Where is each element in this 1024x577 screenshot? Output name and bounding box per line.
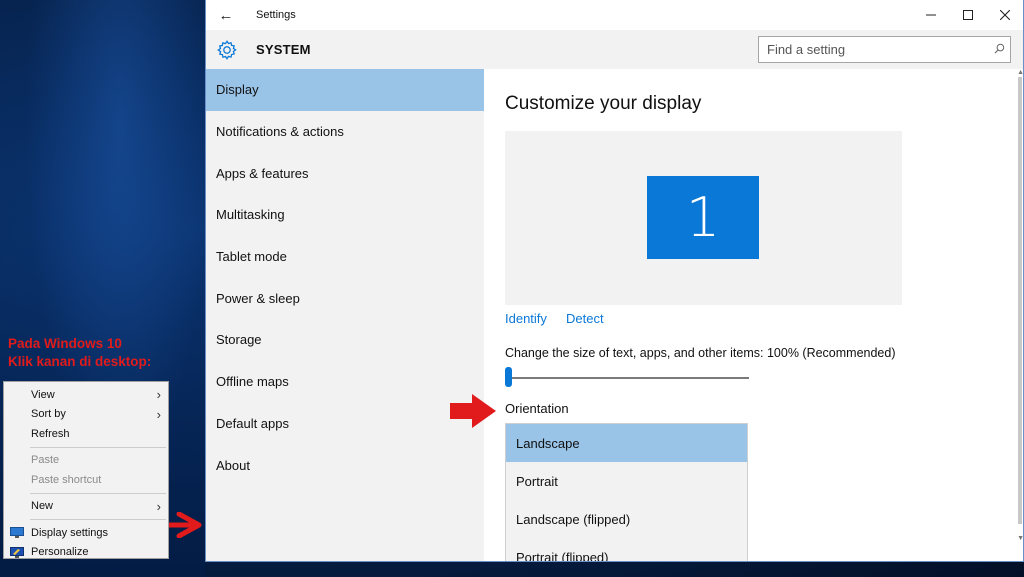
sidebar-item-notifications[interactable]: Notifications & actions (206, 111, 484, 153)
sidebar-item-multitasking[interactable]: Multitasking (206, 194, 484, 236)
context-menu-new[interactable]: New › (4, 497, 168, 517)
context-menu-display-settings[interactable]: Display settings (4, 523, 168, 543)
close-icon (999, 10, 1010, 20)
annotation-text: Pada Windows 10 Klik kanan di desktop: (8, 335, 151, 371)
gear-icon (217, 39, 237, 60)
desktop-context-menu: View › Sort by › Refresh Paste Paste sho… (3, 381, 169, 559)
sidebar-item-label: About (216, 457, 250, 473)
section-title: SYSTEM (256, 42, 311, 57)
sidebar-item-tablet-mode[interactable]: Tablet mode (206, 236, 484, 278)
annotation-line-1: Pada Windows 10 (8, 336, 122, 351)
sidebar-item-power-sleep[interactable]: Power & sleep (206, 277, 484, 319)
chevron-right-icon: › (156, 498, 161, 514)
settings-window: ← Settings SYSTEM Find a setting Display… (205, 0, 1024, 562)
menu-item-label: Paste shortcut (31, 473, 102, 486)
orientation-option-portrait-flipped[interactable]: Portrait (flipped) (506, 538, 747, 562)
search-icon[interactable] (988, 43, 1010, 57)
window-controls (912, 0, 1023, 30)
scrollbar[interactable] (1018, 77, 1022, 524)
search-input[interactable] (759, 42, 988, 57)
sidebar-item-label: Notifications & actions (216, 124, 344, 140)
personalize-icon (10, 546, 24, 558)
page-title: Customize your display (505, 93, 702, 114)
scroll-down-icon[interactable]: ▼ (1017, 535, 1023, 542)
sidebar-item-label: Offline maps (216, 374, 289, 390)
search-box[interactable] (758, 36, 1011, 63)
annotation-line-2: Klik kanan di desktop: (8, 354, 152, 369)
context-menu-paste[interactable]: Paste (4, 451, 168, 471)
context-menu-personalize[interactable]: Personalize (4, 543, 168, 563)
sidebar-item-label: Multitasking (216, 207, 285, 223)
sidebar-item-offline-maps[interactable]: Offline maps (206, 361, 484, 403)
sidebar-item-label: Apps & features (216, 165, 309, 181)
sidebar-item-default-apps[interactable]: Default apps (206, 403, 484, 445)
display-settings-icon (10, 527, 24, 538)
menu-item-label: Personalize (31, 546, 89, 559)
menu-item-label: Sort by (31, 408, 66, 421)
orientation-pointer-arrow-icon (450, 394, 496, 428)
window-title: Settings (256, 9, 296, 21)
scroll-up-icon[interactable]: ▲ (1017, 69, 1023, 76)
maximize-icon (962, 10, 973, 20)
context-menu-sort-by[interactable]: Sort by › (4, 405, 168, 425)
orientation-dropdown[interactable]: Landscape Portrait Landscape (flipped) P… (505, 423, 748, 562)
display-preview: 1 (505, 131, 902, 305)
menu-item-label: Paste (31, 454, 60, 467)
context-menu-view[interactable]: View › (4, 385, 168, 405)
minimize-button[interactable] (912, 0, 949, 30)
settings-header: SYSTEM (206, 30, 1023, 69)
context-menu-refresh[interactable]: Refresh (4, 424, 168, 444)
back-button[interactable]: ← (206, 0, 246, 30)
menu-item-label: View (31, 388, 55, 401)
minimize-icon (925, 14, 936, 16)
orientation-option-landscape[interactable]: Landscape (506, 424, 747, 462)
chevron-right-icon: › (156, 406, 161, 422)
orientation-label: Orientation (505, 401, 569, 416)
menu-item-label: Refresh (31, 427, 70, 440)
sidebar-item-apps[interactable]: Apps & features (206, 152, 484, 194)
menu-divider (30, 492, 166, 494)
main-content: Customize your display 1 Identify Detect… (484, 69, 1023, 562)
sidebar-item-label: Display (216, 82, 259, 98)
scale-label: Change the size of text, apps, and other… (505, 346, 896, 360)
sidebar-item-label: Storage (216, 332, 262, 348)
sidebar-item-about[interactable]: About (206, 444, 484, 486)
maximize-button[interactable] (949, 0, 986, 30)
back-arrow-icon: ← (218, 6, 234, 24)
menu-item-label: New (31, 500, 54, 513)
menu-divider (30, 446, 166, 448)
monitor-tile[interactable]: 1 (647, 176, 759, 259)
scale-slider-track[interactable] (509, 377, 749, 379)
detect-link[interactable]: Detect (566, 311, 604, 326)
scale-slider-thumb[interactable] (505, 367, 512, 387)
sidebar-item-label: Power & sleep (216, 290, 300, 306)
menu-item-label: Display settings (31, 526, 109, 539)
sidebar: Display Notifications & actions Apps & f… (206, 69, 484, 561)
chevron-right-icon: › (156, 387, 161, 402)
menu-divider (30, 519, 166, 520)
sidebar-item-label: Default apps (216, 415, 289, 431)
context-menu-paste-shortcut[interactable]: Paste shortcut (4, 470, 168, 490)
sidebar-item-display[interactable]: Display (206, 69, 484, 111)
sidebar-item-storage[interactable]: Storage (206, 319, 484, 361)
close-button[interactable] (986, 0, 1023, 30)
sidebar-item-label: Tablet mode (216, 249, 287, 265)
orientation-option-landscape-flipped[interactable]: Landscape (flipped) (506, 500, 747, 538)
identify-link[interactable]: Identify (505, 311, 547, 326)
orientation-option-portrait[interactable]: Portrait (506, 462, 747, 500)
title-bar: ← Settings (206, 0, 1023, 30)
